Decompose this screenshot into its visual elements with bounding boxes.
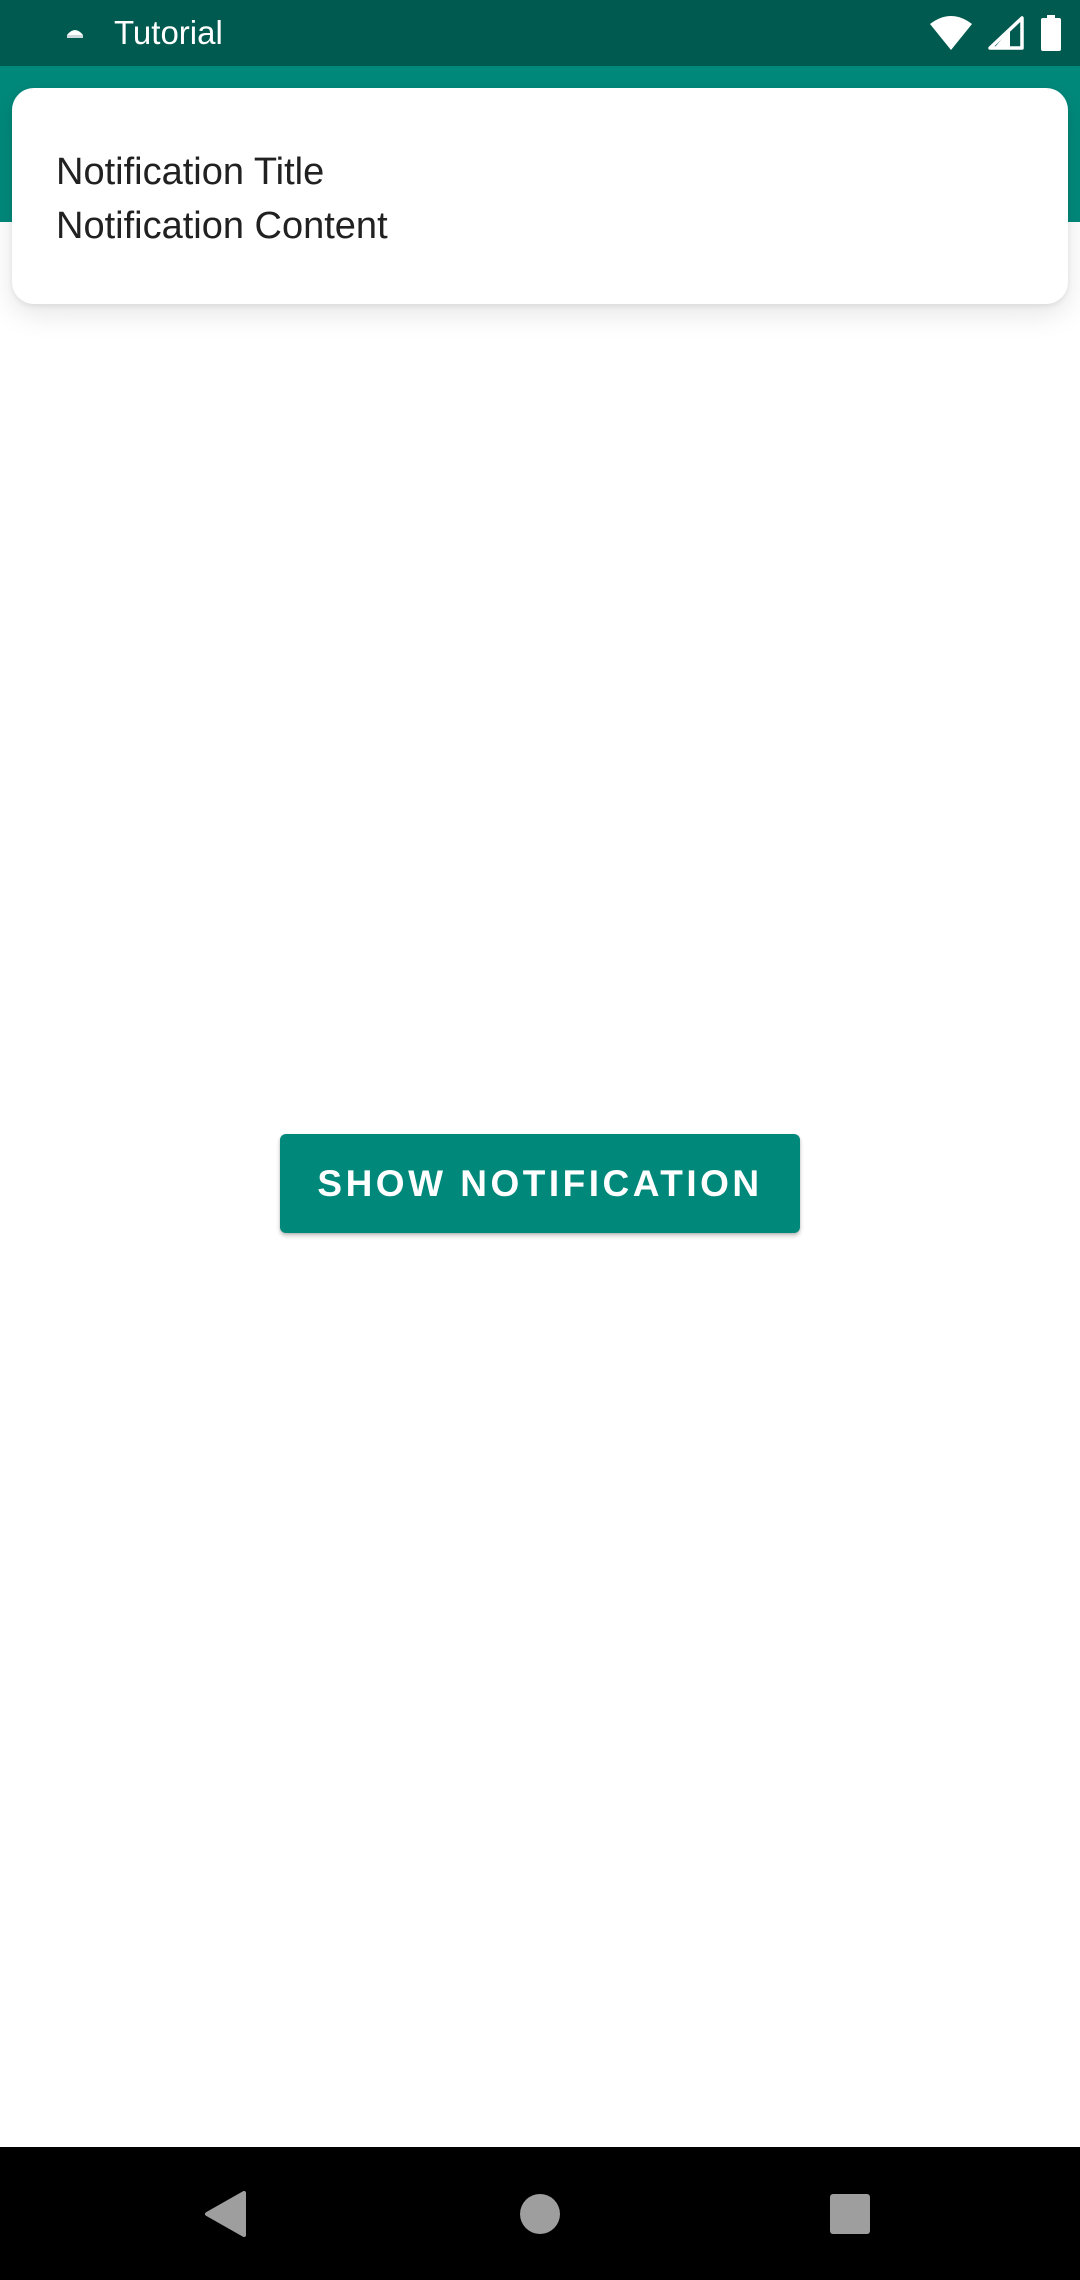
home-icon <box>520 2193 560 2234</box>
recents-icon <box>830 2193 870 2234</box>
screen: Tutorial Notification Title Notification… <box>0 0 1080 2280</box>
notification-title: Notification Title <box>56 151 325 193</box>
show-notification-button[interactable]: SHOW NOTIFICATION <box>280 1134 800 1233</box>
navigation-bar <box>0 2147 1080 2280</box>
wifi-icon <box>930 16 972 50</box>
status-icons <box>930 14 1062 52</box>
heads-up-notification[interactable]: Notification Title Notification Content <box>12 88 1068 304</box>
status-bar: Tutorial <box>0 0 1080 66</box>
recents-button[interactable] <box>770 2147 930 2280</box>
back-button[interactable] <box>146 2147 306 2280</box>
battery-icon <box>1041 15 1061 51</box>
cell-signal-icon <box>988 16 1024 50</box>
status-app-title: Tutorial <box>114 14 223 51</box>
back-icon <box>205 2190 246 2237</box>
tutorial-app-icon <box>67 30 83 38</box>
home-button[interactable] <box>460 2147 620 2280</box>
notification-content: Notification Content <box>56 205 388 247</box>
